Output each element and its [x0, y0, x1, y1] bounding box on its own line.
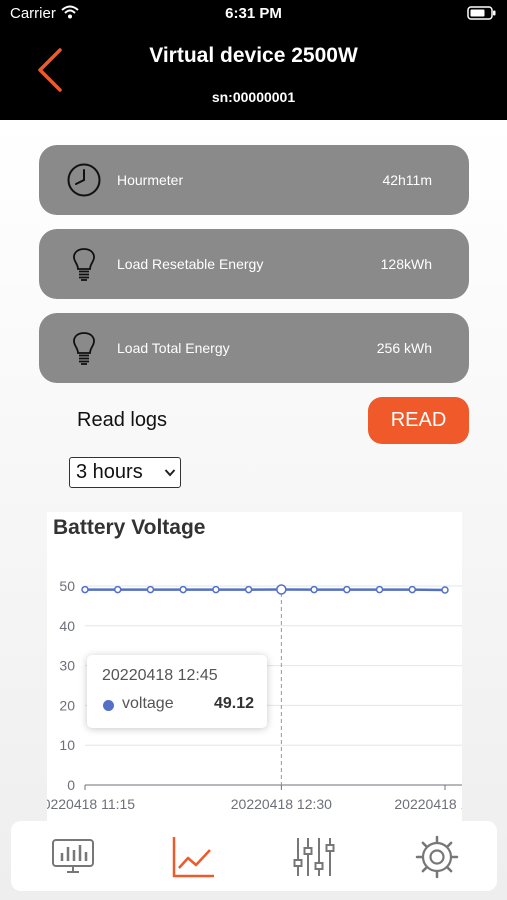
clock-time: 6:31 PM: [225, 5, 282, 22]
y-tick-label: 0: [67, 777, 75, 793]
read-logs-label: Read logs: [77, 409, 168, 431]
status-bar: Carrier 6:31 PM: [0, 0, 507, 28]
data-point: [113, 585, 122, 594]
serial-number: sn:00000001: [211, 89, 296, 105]
page-title: Virtual device 2500W: [149, 44, 358, 67]
time-range-value: 3 hours: [76, 461, 143, 483]
load-resetable-energy-card[interactable]: Load Resetable Energy 128kWh: [39, 229, 469, 299]
tab-bar: [11, 821, 497, 891]
series-line-voltage: [85, 588, 446, 592]
tooltip-time: 20220418 12:45: [102, 667, 218, 684]
data-point: [408, 585, 417, 594]
hourmeter-value: 42h11m: [382, 172, 432, 188]
tab-charts[interactable]: [168, 833, 218, 881]
tab-settings[interactable]: [412, 833, 462, 881]
chart-title: Battery Voltage: [53, 516, 206, 539]
data-point: [375, 585, 384, 594]
clock-icon: [67, 163, 101, 197]
y-tick-label: 40: [59, 618, 75, 634]
x-tick-label: 20220418 11:15: [47, 796, 135, 812]
data-point: [212, 585, 220, 594]
data-point: [343, 585, 351, 594]
x-tick-label: 20220418 13:45: [394, 796, 462, 812]
chevron-down-icon: [164, 469, 176, 477]
y-tick-label: 10: [59, 737, 75, 753]
data-point: [276, 584, 287, 595]
battery-icon: [467, 6, 496, 20]
data-point: [310, 585, 318, 594]
tab-dashboard[interactable]: [48, 833, 98, 881]
tooltip-series-name: voltage: [122, 695, 174, 712]
data-point: [179, 585, 187, 594]
data-point: [244, 585, 253, 594]
y-tick-label: 30: [59, 658, 75, 674]
line-chart-icon: [172, 837, 214, 878]
read-button[interactable]: READ: [368, 397, 469, 444]
series-color-dot: [103, 700, 114, 711]
hourmeter-card[interactable]: Hourmeter 42h11m: [39, 145, 469, 215]
sliders-icon: [293, 838, 335, 876]
bulb-icon: [73, 248, 95, 281]
data-point: [441, 586, 449, 594]
load-total-energy-value: 256 kWh: [376, 340, 432, 356]
time-range-select[interactable]: 3 hours: [69, 457, 181, 488]
load-total-energy-label: Load Total Energy: [117, 340, 230, 356]
data-point: [146, 585, 155, 594]
tooltip-value: 49.12: [213, 695, 254, 712]
chart-tooltip: 20220418 12:45 voltage 49.12: [87, 655, 267, 728]
monitor-chart-icon: [52, 839, 94, 873]
header: Carrier 6:31 PM Virtual device 2500W sn:…: [0, 0, 507, 120]
gear-icon: [415, 835, 459, 879]
hourmeter-label: Hourmeter: [117, 172, 184, 188]
load-resetable-energy-value: 128kWh: [380, 256, 432, 272]
y-tick-label: 20: [59, 697, 75, 713]
data-point: [81, 585, 89, 594]
load-total-energy-card[interactable]: Load Total Energy 256 kWh: [39, 313, 469, 383]
load-resetable-energy-label: Load Resetable Energy: [117, 256, 264, 272]
y-tick-label: 50: [59, 578, 75, 594]
bulb-icon: [73, 332, 95, 365]
x-tick-label: 20220418 12:30: [231, 796, 332, 812]
tab-adjust[interactable]: [289, 833, 339, 881]
